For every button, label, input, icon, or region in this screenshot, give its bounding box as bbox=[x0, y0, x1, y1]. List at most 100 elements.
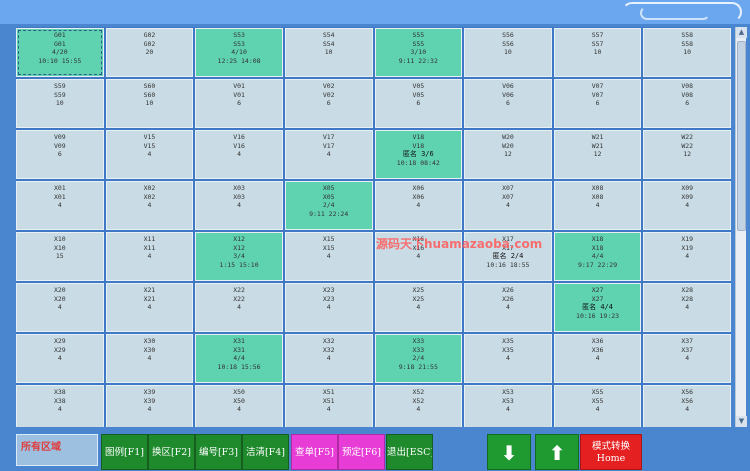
room-cell[interactable]: X20 X20 4 bbox=[16, 283, 104, 332]
room-cell[interactable]: X51 X51 4 bbox=[284, 385, 373, 427]
room-cell[interactable]: X53 X53 4 bbox=[464, 385, 552, 427]
room-code: X30 bbox=[143, 337, 156, 345]
room-cell[interactable]: X09 X09 4 bbox=[643, 181, 731, 230]
room-cell[interactable]: X17 X17 匿名 2/4 10:16 18:55 bbox=[464, 232, 552, 281]
room-name: X36 bbox=[591, 345, 604, 354]
room-cell[interactable]: X33 X33 2/4 9:18 21:55 bbox=[374, 334, 463, 383]
room-cell[interactable]: X26 X26 4 bbox=[464, 283, 552, 332]
room-cell[interactable]: X02 X02 4 bbox=[105, 181, 194, 230]
room-cell[interactable]: V02 V02 6 bbox=[284, 79, 373, 128]
room-cell[interactable]: S53 S53 4/10 12:25 14:08 bbox=[195, 28, 283, 77]
room-cell[interactable]: S60 S60 10 bbox=[105, 79, 194, 128]
page-up-button[interactable]: ⬆ bbox=[535, 434, 579, 470]
room-cell[interactable]: X25 X25 4 bbox=[374, 283, 463, 332]
scroll-down-icon[interactable]: ▼ bbox=[736, 416, 747, 427]
room-cell[interactable]: G02 G02 20 bbox=[105, 28, 194, 77]
room-cell[interactable]: X11 X11 4 bbox=[105, 232, 194, 281]
room-cell[interactable]: X08 X08 4 bbox=[553, 181, 642, 230]
switch-area-button[interactable]: 换区[F2] bbox=[148, 434, 195, 470]
room-cell[interactable]: X27 X27 匿名 4/4 10:16 19:23 bbox=[553, 283, 642, 332]
room-cell[interactable]: S58 S58 10 bbox=[643, 28, 731, 77]
room-time: 9:11 22:24 bbox=[309, 209, 349, 218]
room-cell[interactable]: X22 X22 4 bbox=[195, 283, 283, 332]
mode-switch-button[interactable]: 模式转换 Home bbox=[580, 434, 642, 470]
room-cell[interactable]: X38 X38 4 bbox=[16, 385, 104, 427]
room-cell[interactable]: X39 X39 4 bbox=[105, 385, 194, 427]
room-code: G01 bbox=[53, 31, 66, 39]
room-cell[interactable]: S55 S55 3/10 9:11 22:32 bbox=[374, 28, 463, 77]
room-cell[interactable]: X36 X36 4 bbox=[553, 334, 642, 383]
room-occupancy: 4 bbox=[416, 252, 421, 261]
room-cell[interactable]: V09 V09 6 bbox=[16, 130, 104, 179]
room-cell[interactable]: X30 X30 4 bbox=[105, 334, 194, 383]
room-cell[interactable]: V01 V01 6 bbox=[195, 79, 283, 128]
clean-button[interactable]: 洁清[F4] bbox=[242, 434, 289, 470]
room-code: W22 bbox=[681, 133, 694, 141]
room-cell[interactable]: X55 X55 4 bbox=[553, 385, 642, 427]
reserve-button[interactable]: 预定[F6] bbox=[338, 434, 385, 470]
room-cell[interactable]: X19 X19 4 bbox=[643, 232, 731, 281]
number-button[interactable]: 编号[F3] bbox=[195, 434, 242, 470]
room-cell[interactable]: X32 X32 4 bbox=[284, 334, 373, 383]
room-occupancy: 4 bbox=[326, 303, 331, 312]
room-cell[interactable]: X07 X07 4 bbox=[464, 181, 552, 230]
room-occupancy: 2/4 bbox=[322, 201, 335, 210]
room-cell[interactable]: X29 X29 4 bbox=[16, 334, 104, 383]
room-code: X32 bbox=[322, 337, 335, 345]
room-cell[interactable]: V06 V06 6 bbox=[464, 79, 552, 128]
room-cell[interactable]: X01 X01 4 bbox=[16, 181, 104, 230]
room-cell[interactable]: X56 X56 4 bbox=[643, 385, 731, 427]
room-name: X27 bbox=[591, 294, 604, 303]
room-cell[interactable]: V17 V17 4 bbox=[284, 130, 373, 179]
room-cell[interactable]: X10 X10 15 bbox=[16, 232, 104, 281]
room-cell[interactable]: V18 V18 匿名 3/6 10:18 08:42 bbox=[374, 130, 463, 179]
room-name: X35 bbox=[502, 345, 514, 354]
legend-button[interactable]: 图例[F1] bbox=[101, 434, 148, 470]
page-down-button[interactable]: ⬇ bbox=[487, 434, 531, 470]
room-code: X02 bbox=[143, 184, 156, 192]
room-cell[interactable]: W22 W22 12 bbox=[643, 130, 731, 179]
room-code: X55 bbox=[591, 388, 604, 396]
check-order-button[interactable]: 查单[F5] bbox=[291, 434, 338, 470]
room-cell[interactable]: X37 X37 4 bbox=[643, 334, 731, 383]
room-cell[interactable]: X35 X35 4 bbox=[464, 334, 552, 383]
room-cell[interactable]: X16 X16 4 bbox=[374, 232, 463, 281]
room-cell[interactable]: X50 X50 4 bbox=[195, 385, 283, 427]
room-code: V07 bbox=[591, 82, 604, 90]
room-cell[interactable]: X05 X05 2/4 9:11 22:24 bbox=[284, 181, 373, 230]
vertical-scrollbar[interactable]: ▲ ▼ bbox=[735, 27, 747, 427]
exit-button[interactable]: 退出[ESC] bbox=[386, 434, 433, 470]
room-cell[interactable]: S56 S56 10 bbox=[464, 28, 552, 77]
room-code: X09 bbox=[681, 184, 694, 192]
room-cell[interactable]: X21 X21 4 bbox=[105, 283, 194, 332]
room-cell[interactable]: X28 X28 4 bbox=[643, 283, 731, 332]
room-cell[interactable]: X12 X12 3/4 1:15 15:10 bbox=[195, 232, 283, 281]
room-cell[interactable]: V08 V08 6 bbox=[643, 79, 731, 128]
room-cell[interactable]: S59 S59 10 bbox=[16, 79, 104, 128]
area-selector[interactable]: 所有区域 bbox=[16, 434, 98, 466]
room-cell[interactable]: X31 X31 4/4 10:18 15:56 bbox=[195, 334, 283, 383]
room-cell[interactable]: V15 V15 4 bbox=[105, 130, 194, 179]
room-cell[interactable]: V05 V05 6 bbox=[374, 79, 463, 128]
room-cell[interactable]: X23 X23 4 bbox=[284, 283, 373, 332]
room-cell[interactable]: X52 X52 4 bbox=[374, 385, 463, 427]
room-cell[interactable]: X15 X15 4 bbox=[284, 232, 373, 281]
room-cell[interactable]: X18 X18 4/4 9:17 22:29 bbox=[553, 232, 642, 281]
room-cell[interactable]: V07 V07 6 bbox=[553, 79, 642, 128]
scroll-thumb[interactable] bbox=[737, 41, 746, 231]
room-occupancy: 匿名 3/6 bbox=[402, 150, 434, 159]
room-name: X39 bbox=[143, 396, 156, 405]
room-cell[interactable]: S57 S57 10 bbox=[553, 28, 642, 77]
room-code: X50 bbox=[233, 388, 245, 396]
room-cell[interactable]: X03 X03 4 bbox=[195, 181, 283, 230]
scroll-up-icon[interactable]: ▲ bbox=[736, 27, 747, 38]
room-time: 12:25 14:08 bbox=[217, 56, 261, 65]
room-cell[interactable]: G01 G01 4/20 10:10 15:55 bbox=[16, 28, 104, 77]
room-cell[interactable]: S54 S54 10 bbox=[284, 28, 373, 77]
room-cell[interactable]: W20 W20 12 bbox=[464, 130, 552, 179]
room-code: X08 bbox=[591, 184, 604, 192]
room-time: 10:16 19:23 bbox=[576, 311, 620, 320]
room-cell[interactable]: X06 X06 4 bbox=[374, 181, 463, 230]
room-cell[interactable]: V16 V16 4 bbox=[195, 130, 283, 179]
room-cell[interactable]: W21 W21 12 bbox=[553, 130, 642, 179]
